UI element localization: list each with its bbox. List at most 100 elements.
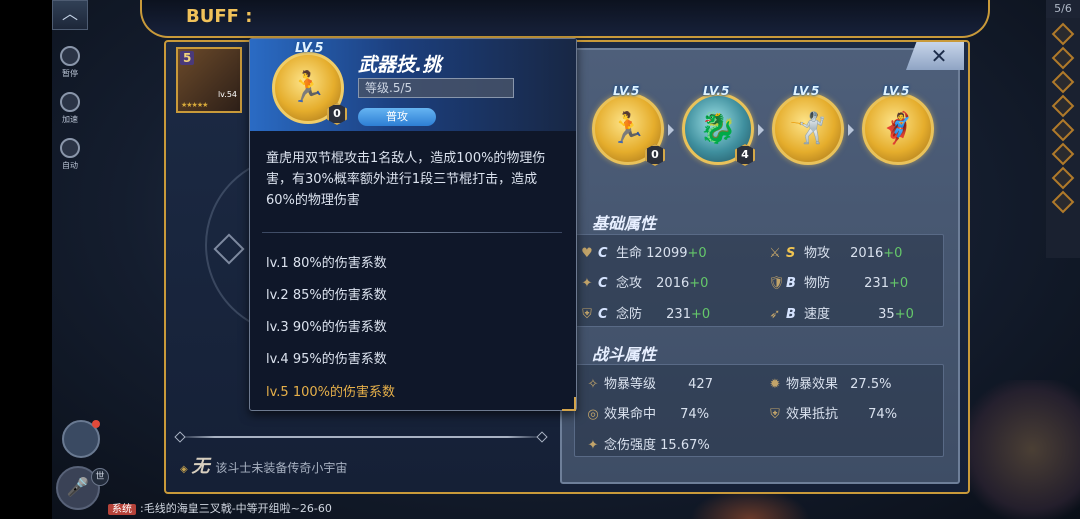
stat-physical-defense: 🛡B 物防 231+0 — [768, 272, 908, 291]
chat-ticker[interactable]: 系统 :毛线的海皇三叉戟-中等开组啦~26-60 — [108, 500, 378, 519]
stat-label: 物暴效果 — [786, 377, 839, 392]
stat-label: 念伤强度 — [604, 438, 657, 453]
slot-icon[interactable] — [1051, 190, 1075, 214]
skill-icon-3[interactable]: LV.5 🤺 — [772, 84, 844, 165]
left-black-strip — [0, 0, 52, 519]
hero-avatar[interactable]: 5 lv.54 ★★★★★ — [176, 47, 242, 113]
tooltip-skill-icon: LV.5 🏃 0 — [272, 41, 347, 125]
slot-icon[interactable] — [1051, 142, 1075, 166]
stat-crit-level: ✧ 物暴等级 427 — [586, 373, 713, 392]
arrow-right-icon — [758, 124, 764, 136]
mind-shield-icon: ⛨ — [582, 307, 592, 322]
stat-grade: B — [786, 276, 796, 291]
buff-label: BUFF : — [186, 6, 253, 27]
stat-hp: ♥ C 生命 12099+0 — [580, 242, 707, 261]
close-icon: ✕ — [930, 44, 948, 68]
sparkle-icon: ✦ — [587, 438, 599, 453]
stat-label: 生命 — [616, 246, 643, 261]
notification-dot — [92, 420, 100, 428]
stat-value: 12099 — [646, 246, 688, 261]
collapse-button[interactable]: ︿ — [52, 0, 88, 30]
slot-icon[interactable] — [1051, 70, 1075, 94]
stat-plus: +0 — [690, 307, 711, 322]
stat-mind-defense: ⛨ C 念防 231+0 — [580, 303, 710, 322]
stat-label: 效果抵抗 — [786, 407, 839, 422]
skill-figure-icon: 🦸 — [879, 111, 917, 146]
tooltip-description: 童虎用双节棍攻击1名敌人，造成100%的物理伤害，有30%概率额外进行1段三节棍… — [266, 151, 546, 208]
stat-value: 35 — [878, 307, 895, 322]
microphone-icon: 🎤 — [66, 477, 90, 498]
hero-art-right — [960, 380, 1080, 519]
tooltip-level-row: lv.4 95%的伤害系数 — [266, 352, 387, 367]
world-channel-tag[interactable]: 世 — [91, 468, 109, 486]
stat-plus: +0 — [689, 276, 709, 291]
stat-label: 效果命中 — [604, 407, 657, 422]
hero-stars: ★★★★★ — [181, 101, 208, 109]
stat-value: 231 — [666, 307, 691, 322]
chat-channel-badge: 系统 — [108, 504, 136, 515]
no-equipment-text: 该斗士未装备传奇小宇宙 — [215, 461, 348, 475]
stat-physical-attack: ⚔ S 物攻 2016+0 — [768, 242, 902, 261]
stat-plus: +0 — [888, 276, 909, 291]
crit-star-icon: ✧ — [587, 377, 599, 392]
slot-icon[interactable] — [1051, 166, 1075, 190]
stat-effect-resist: ⛨ 效果抵抗 74% — [768, 403, 897, 422]
stat-value: 74% — [680, 407, 710, 422]
skill-figure-icon: 🤺 — [789, 111, 827, 146]
stat-label: 物防 — [804, 276, 831, 291]
stat-value: 27.5% — [850, 377, 892, 392]
target-icon: ◎ — [587, 407, 599, 422]
none-mark: 无 — [191, 456, 210, 477]
stat-value: 15.67% — [660, 438, 710, 453]
stat-label: 物暴等级 — [604, 377, 657, 392]
chat-message: :毛线的海皇三叉戟-中等开组啦~26-60 — [140, 502, 332, 515]
stat-grade: C — [598, 276, 608, 291]
stat-speed: ➶ B 速度 35+0 — [768, 303, 914, 322]
stat-plus: +0 — [883, 246, 903, 261]
section-divider — [178, 436, 544, 438]
speed-button[interactable]: 加速 — [55, 92, 85, 128]
stat-effect-hit: ◎ 效果命中 74% — [586, 403, 709, 422]
crit-burst-icon: ✹ — [769, 377, 781, 392]
stat-plus: +0 — [894, 307, 914, 322]
tooltip-level-row: lv.1 80%的伤害系数 — [266, 256, 387, 271]
skill-icon-1[interactable]: LV.5 🏃 0 — [592, 84, 665, 166]
speed-icon — [60, 92, 80, 112]
tooltip-separator — [262, 232, 562, 233]
stat-grade: C — [598, 307, 608, 322]
skill-icon-4[interactable]: LV.5 🦸 — [862, 84, 934, 165]
stat-value: 231 — [864, 276, 889, 291]
stat-label: 念攻 — [616, 276, 643, 291]
auto-icon — [60, 138, 80, 158]
tooltip-level-text: 等级.5/5 — [358, 78, 514, 98]
tooltip-level-row: lv.2 85%的伤害系数 — [266, 288, 387, 303]
right-slot-column — [1046, 18, 1080, 258]
friend-avatar-button[interactable] — [62, 420, 100, 458]
stat-value: 2016 — [656, 276, 690, 291]
arrow-right-icon — [668, 124, 674, 136]
page-counter: 5/6 — [1046, 0, 1080, 18]
skill-icon-2[interactable]: LV.5 🐉 4 — [682, 84, 755, 166]
slot-icon[interactable] — [1051, 94, 1075, 118]
stat-value: 74% — [868, 407, 898, 422]
chevron-up-icon: ︿ — [61, 4, 78, 23]
stat-label: 物攻 — [804, 246, 831, 261]
tooltip-type-tag: 普攻 — [358, 108, 436, 126]
battle-attributes-title: 战斗属性 — [592, 345, 657, 364]
basic-attributes-title: 基础属性 — [592, 214, 657, 233]
stat-value: 427 — [688, 377, 713, 392]
no-equipment-note: ◈ 无 该斗士未装备传奇小宇宙 — [180, 452, 347, 478]
slot-icon[interactable] — [1051, 22, 1075, 46]
stat-label: 念防 — [616, 307, 643, 322]
stat-grade: S — [786, 246, 796, 261]
stat-label: 速度 — [804, 307, 831, 322]
hero-level: lv.54 — [217, 90, 237, 99]
auto-button[interactable]: 自动 — [55, 138, 85, 174]
stat-grade: C — [598, 246, 608, 261]
star-burst-icon: ✦ — [581, 276, 593, 291]
slot-icon[interactable] — [1051, 118, 1075, 142]
stat-grade: B — [786, 307, 796, 322]
slot-icon[interactable] — [1051, 46, 1075, 70]
pause-icon — [60, 46, 80, 66]
pause-button[interactable]: 暂停 — [55, 46, 85, 82]
